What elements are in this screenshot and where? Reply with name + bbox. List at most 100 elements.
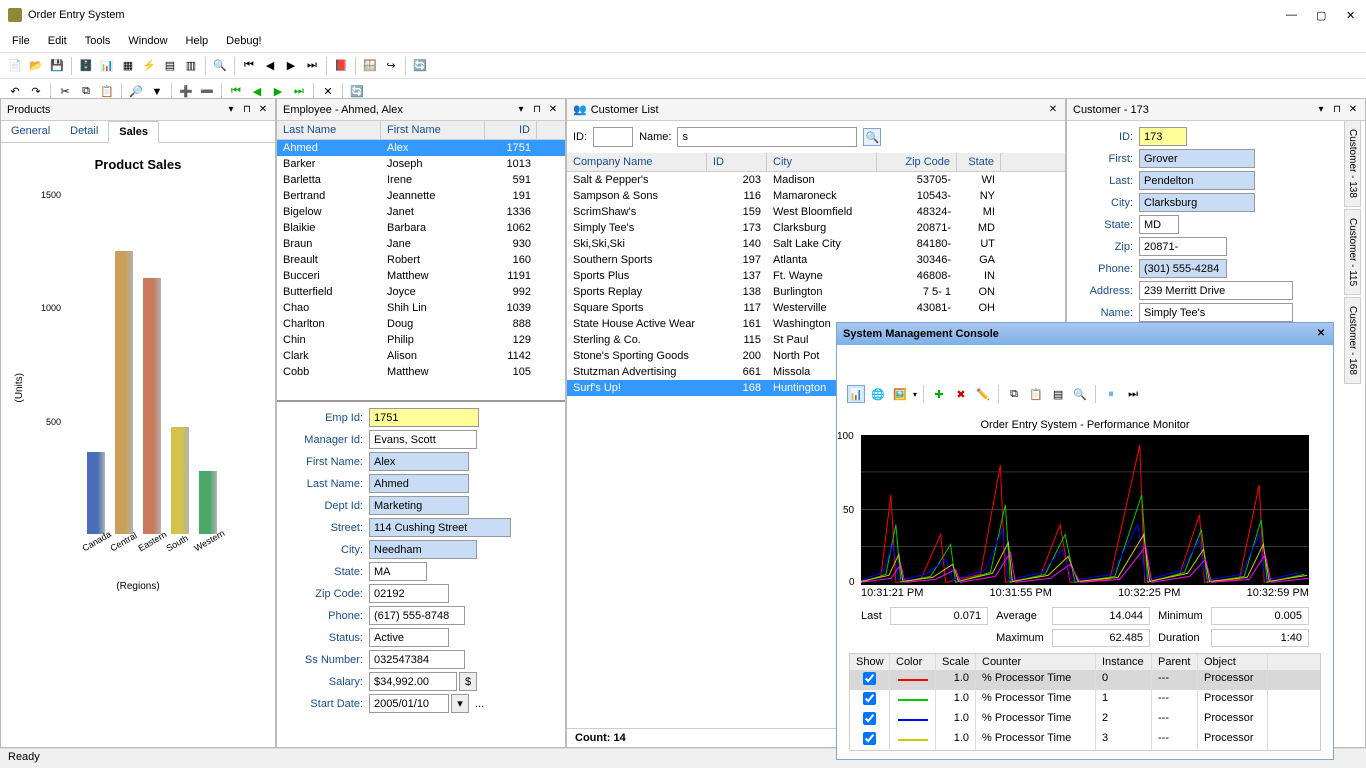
tab-general[interactable]: General bbox=[1, 121, 60, 142]
custlist-col[interactable]: ID bbox=[707, 153, 767, 171]
employee-row[interactable]: ChinPhilip129 bbox=[277, 332, 565, 348]
cust-field[interactable] bbox=[1139, 171, 1255, 190]
custlist-col[interactable]: State bbox=[957, 153, 1001, 171]
pm-counter-row[interactable]: 1.0% Processor Time1---Processor bbox=[850, 690, 1320, 710]
date-picker-btn[interactable]: ▾ bbox=[451, 694, 469, 713]
pm-show-checkbox[interactable] bbox=[863, 672, 876, 685]
pm-show-checkbox[interactable] bbox=[863, 692, 876, 705]
menu-debug[interactable]: Debug! bbox=[226, 35, 261, 47]
emp-field-zip[interactable] bbox=[369, 584, 449, 603]
custdetail-dropdown-icon[interactable]: ▾ bbox=[1315, 104, 1327, 116]
tb-last-icon[interactable]: ⏭ bbox=[303, 57, 321, 75]
tb-new-icon[interactable]: 📄 bbox=[6, 57, 24, 75]
products-close-icon[interactable]: ✕ bbox=[257, 104, 269, 116]
cust-field[interactable] bbox=[1139, 215, 1179, 234]
custlist-col[interactable]: Zip Code bbox=[877, 153, 957, 171]
tb-first-icon[interactable]: ⏮ bbox=[240, 57, 258, 75]
customer-row[interactable]: Salt & Pepper's203Madison53705-WI bbox=[567, 172, 1065, 188]
menu-window[interactable]: Window bbox=[128, 35, 167, 47]
col-lastname[interactable]: Last Name bbox=[277, 121, 381, 139]
tb-open-icon[interactable]: 📂 bbox=[27, 57, 45, 75]
pm-show-checkbox[interactable] bbox=[863, 732, 876, 745]
employee-row[interactable]: AhmedAlex1751 bbox=[277, 140, 565, 156]
side-tab-138[interactable]: Customer - 138 bbox=[1344, 120, 1361, 207]
employee-row[interactable]: BraunJane930 bbox=[277, 236, 565, 252]
employee-pin-icon[interactable]: ⊓ bbox=[531, 104, 543, 116]
employee-row[interactable]: BertrandJeannette191 bbox=[277, 188, 565, 204]
pm-add-icon[interactable]: ✚ bbox=[930, 385, 948, 403]
employee-row[interactable]: BucceriMatthew1191 bbox=[277, 268, 565, 284]
pm-step-icon[interactable]: ⏭ bbox=[1124, 385, 1142, 403]
cust-field[interactable] bbox=[1139, 193, 1255, 212]
employee-dropdown-icon[interactable]: ▾ bbox=[515, 104, 527, 116]
pm-globe-icon[interactable]: 🌐 bbox=[869, 385, 887, 403]
customer-row[interactable]: Simply Tee's173Clarksburg20871-MD bbox=[567, 220, 1065, 236]
emp-field-city[interactable] bbox=[369, 540, 477, 559]
pm-show-checkbox[interactable] bbox=[863, 712, 876, 725]
customer-row[interactable]: Sports Replay138Burlington7 5- 1ON bbox=[567, 284, 1065, 300]
col-id[interactable]: ID bbox=[485, 121, 537, 139]
pm-paste-icon[interactable]: 📋 bbox=[1027, 385, 1045, 403]
tb-zoom-icon[interactable]: 🔍 bbox=[211, 57, 229, 75]
menu-tools[interactable]: Tools bbox=[85, 35, 111, 47]
tb-table-icon[interactable]: ▦ bbox=[119, 57, 137, 75]
emp-field-status[interactable] bbox=[369, 628, 449, 647]
custdetail-pin-icon[interactable]: ⊓ bbox=[1331, 104, 1343, 116]
employee-row[interactable]: ChaoShih Lin1039 bbox=[277, 300, 565, 316]
cust-field[interactable] bbox=[1139, 303, 1293, 322]
emp-field-start_date[interactable] bbox=[369, 694, 449, 713]
side-tab-168[interactable]: Customer - 168 bbox=[1344, 297, 1361, 384]
tb-chart-icon[interactable]: 📊 bbox=[98, 57, 116, 75]
tb-db-icon[interactable]: 🗄️ bbox=[77, 57, 95, 75]
employee-row[interactable]: BreaultRobert160 bbox=[277, 252, 565, 268]
emp-field-emp_id[interactable] bbox=[369, 408, 479, 427]
pm-view-icon[interactable]: 📊 bbox=[847, 385, 865, 403]
tb-save-icon[interactable]: 💾 bbox=[48, 57, 66, 75]
emp-field-first_name[interactable] bbox=[369, 452, 469, 471]
tb-book-icon[interactable]: 📕 bbox=[332, 57, 350, 75]
cust-field[interactable] bbox=[1139, 149, 1255, 168]
tb-exit-icon[interactable]: ↪ bbox=[382, 57, 400, 75]
pm-zoom-icon[interactable]: 🔍 bbox=[1071, 385, 1089, 403]
emp-field-ss_number[interactable] bbox=[369, 650, 465, 669]
custdetail-close-icon[interactable]: ✕ bbox=[1347, 104, 1359, 116]
pm-pause-icon[interactable]: ⏸ bbox=[1102, 385, 1120, 403]
perfmon-close-icon[interactable]: ✕ bbox=[1315, 328, 1327, 340]
tb-next-icon[interactable]: ▶ bbox=[282, 57, 300, 75]
tb-refresh-icon[interactable]: 🔄 bbox=[411, 57, 429, 75]
customer-row[interactable]: ScrimShaw's159West Bloomfield48324-MI bbox=[567, 204, 1065, 220]
emp-field-last_name[interactable] bbox=[369, 474, 469, 493]
employee-row[interactable]: ButterfieldJoyce992 bbox=[277, 284, 565, 300]
customer-row[interactable]: Ski,Ski,Ski140Salt Lake City84180-UT bbox=[567, 236, 1065, 252]
cust-field[interactable] bbox=[1139, 281, 1293, 300]
custlist-col[interactable]: Company Name bbox=[567, 153, 707, 171]
pm-copy-icon[interactable]: ⧉ bbox=[1005, 385, 1023, 403]
customer-row[interactable]: Sampson & Sons116Mamaroneck10543-NY bbox=[567, 188, 1065, 204]
col-firstname[interactable]: First Name bbox=[381, 121, 485, 139]
tb-window-icon[interactable]: 🪟 bbox=[361, 57, 379, 75]
tab-sales[interactable]: Sales bbox=[108, 121, 159, 143]
tb-prev-icon[interactable]: ◀ bbox=[261, 57, 279, 75]
name-filter-input[interactable] bbox=[677, 127, 857, 147]
emp-field-state[interactable] bbox=[369, 562, 427, 581]
employee-close-icon[interactable]: ✕ bbox=[547, 104, 559, 116]
emp-field-dept_id[interactable] bbox=[369, 496, 469, 515]
cust-field[interactable] bbox=[1139, 127, 1187, 146]
emp-field-street[interactable] bbox=[369, 518, 511, 537]
tb-report-icon[interactable]: ▥ bbox=[182, 57, 200, 75]
menu-file[interactable]: File bbox=[12, 35, 30, 47]
employee-grid[interactable]: AhmedAlex1751BarkerJoseph1013BarlettaIre… bbox=[277, 140, 565, 400]
salary-btn[interactable]: $ bbox=[459, 672, 477, 691]
tab-detail[interactable]: Detail bbox=[60, 121, 108, 142]
employee-row[interactable]: BlaikieBarbara1062 bbox=[277, 220, 565, 236]
side-tab-115[interactable]: Customer - 115 bbox=[1344, 209, 1361, 295]
menu-help[interactable]: Help bbox=[186, 35, 209, 47]
pm-edit-icon[interactable]: ✏️ bbox=[974, 385, 992, 403]
pm-counter-row[interactable]: 1.0% Processor Time2---Processor bbox=[850, 710, 1320, 730]
customer-row[interactable]: Square Sports117Westerville43081-OH bbox=[567, 300, 1065, 316]
custlist-close-icon[interactable]: ✕ bbox=[1047, 104, 1059, 116]
employee-row[interactable]: CharltonDoug888 bbox=[277, 316, 565, 332]
pm-counter-row[interactable]: 1.0% Processor Time0---Processor bbox=[850, 670, 1320, 690]
minimize-button[interactable]: — bbox=[1286, 9, 1298, 21]
pm-remove-icon[interactable]: ✖ bbox=[952, 385, 970, 403]
